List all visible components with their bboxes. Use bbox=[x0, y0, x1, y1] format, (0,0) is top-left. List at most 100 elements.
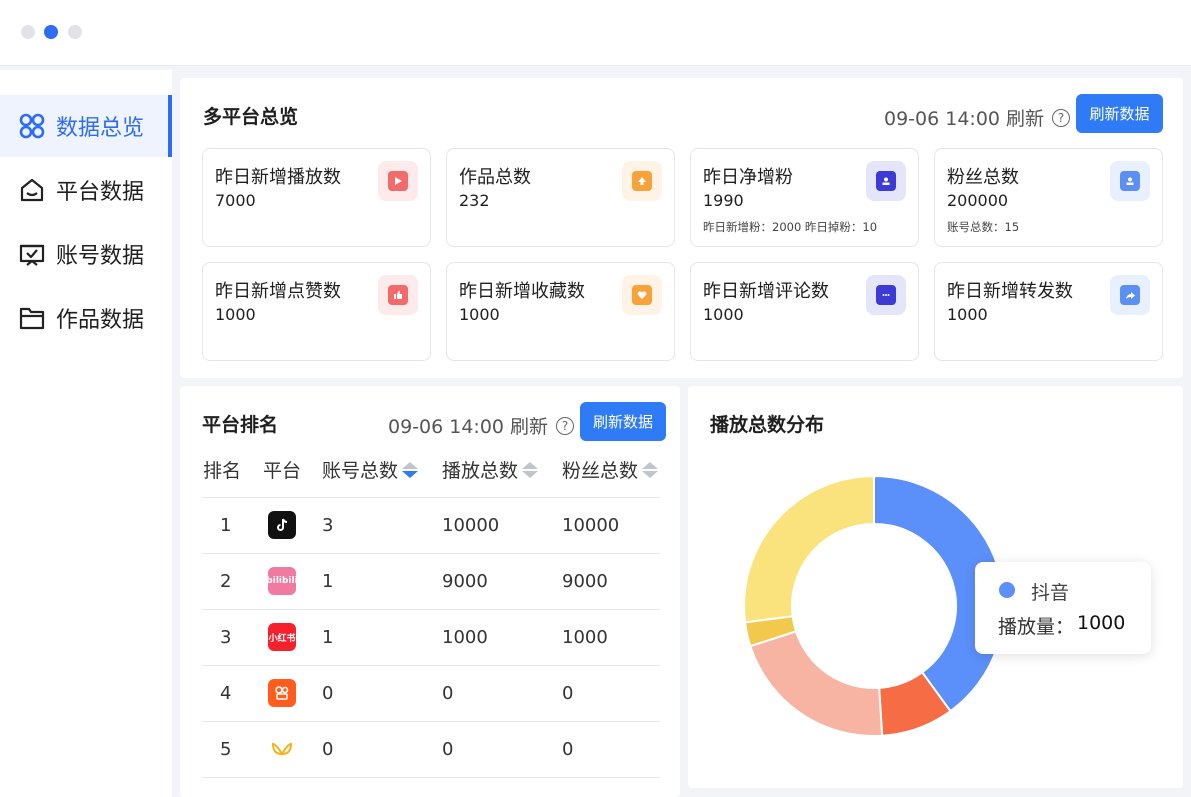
column-label: 账号总数 bbox=[322, 460, 399, 482]
sidebar-item-label: 作品数据 bbox=[56, 308, 145, 333]
sort-icon[interactable] bbox=[402, 461, 419, 478]
thumb-icon bbox=[378, 275, 418, 315]
column-header-rank: 排名 bbox=[203, 456, 241, 483]
overview-title: 多平台总览 bbox=[203, 106, 299, 128]
table-row[interactable]: 1 3 10000 10000 bbox=[202, 497, 660, 553]
stat-card[interactable]: 昨日净增粉 1990 昨日新增粉：2000 昨日掉粉：10 bbox=[690, 148, 919, 247]
stat-value: 1000 bbox=[215, 305, 256, 324]
column-label: 平台 bbox=[263, 460, 302, 482]
stat-label: 昨日新增播放数 bbox=[215, 167, 341, 188]
plays-cell: 0 bbox=[442, 739, 454, 760]
sidebar: 数据总览 平台数据 账号数据 作品数据 bbox=[0, 70, 172, 797]
overview-refresh-button[interactable]: 刷新数据 bbox=[1076, 94, 1163, 133]
sidebar-item-overview[interactable]: 数据总览 bbox=[0, 95, 172, 157]
help-icon[interactable]: ? bbox=[1052, 108, 1071, 127]
overview-refresh-time: 09-06 14:00 刷新 ? bbox=[884, 104, 1071, 131]
stat-value: 232 bbox=[459, 191, 490, 210]
upload-icon bbox=[622, 161, 662, 201]
plays-cell: 10000 bbox=[442, 515, 500, 536]
table-row[interactable]: 5 0 0 0 bbox=[202, 721, 660, 777]
sidebar-item-label: 账号数据 bbox=[56, 244, 145, 269]
stat-label: 昨日净增粉 bbox=[703, 167, 793, 188]
stat-label: 昨日新增转发数 bbox=[947, 281, 1073, 302]
stat-label: 昨日新增点赞数 bbox=[215, 281, 341, 302]
plays-cell: 9000 bbox=[442, 571, 488, 592]
stat-label: 昨日新增收藏数 bbox=[459, 281, 585, 302]
stat-value: 7000 bbox=[215, 191, 256, 210]
sidebar-item-platform[interactable]: 平台数据 bbox=[0, 159, 172, 221]
sidebar-item-account[interactable]: 账号数据 bbox=[0, 223, 172, 285]
accounts-cell: 1 bbox=[322, 571, 334, 592]
refresh-time-text: 09-06 14:00 刷新 bbox=[884, 108, 1045, 130]
column-header-platform: 平台 bbox=[263, 456, 301, 483]
donut-slice-4[interactable] bbox=[743, 474, 875, 624]
user-folder-icon bbox=[1110, 161, 1150, 201]
platform-text: 小红书 bbox=[268, 633, 296, 644]
tooltip-value: 1000 bbox=[1077, 612, 1126, 634]
share-icon bbox=[1110, 275, 1150, 315]
rank-cell: 5 bbox=[220, 739, 232, 760]
stat-value: 1990 bbox=[703, 191, 744, 210]
xiaohongshu-icon: 小红书 bbox=[268, 623, 296, 651]
platform-text: bilibili bbox=[266, 576, 298, 586]
window-control-close[interactable] bbox=[21, 25, 35, 39]
wechat-video-icon bbox=[268, 735, 296, 763]
rank-cell: 2 bbox=[220, 571, 232, 592]
stat-value: 1000 bbox=[703, 305, 744, 324]
stat-sub: 账号总数：15 bbox=[947, 220, 1020, 234]
sidebar-item-works[interactable]: 作品数据 bbox=[0, 287, 172, 349]
ranking-refresh-time: 09-06 14:00 刷新 ? bbox=[388, 412, 575, 439]
sort-icon[interactable] bbox=[642, 461, 659, 478]
help-icon[interactable]: ? bbox=[556, 416, 575, 435]
stat-card[interactable]: 昨日新增收藏数 1000 bbox=[446, 262, 675, 361]
column-header-accounts[interactable]: 账号总数 bbox=[322, 456, 419, 483]
window-titlebar bbox=[0, 0, 1191, 66]
donut-slice-2[interactable] bbox=[749, 630, 884, 737]
play-icon bbox=[378, 161, 418, 201]
column-label: 播放总数 bbox=[442, 460, 519, 482]
column-header-plays[interactable]: 播放总数 bbox=[442, 456, 539, 483]
accounts-cell: 0 bbox=[322, 683, 334, 704]
rank-cell: 1 bbox=[220, 515, 232, 536]
stat-value: 1000 bbox=[459, 305, 500, 324]
rank-cell: 4 bbox=[220, 683, 232, 704]
column-label: 粉丝总数 bbox=[562, 460, 639, 482]
fans-cell: 1000 bbox=[562, 627, 608, 648]
ranking-refresh-button[interactable]: 刷新数据 bbox=[580, 402, 666, 441]
folder-icon bbox=[18, 304, 46, 332]
window-control-maximize[interactable] bbox=[68, 25, 82, 39]
grid-icon bbox=[18, 112, 46, 140]
table-row[interactable]: 4 0 0 0 bbox=[202, 665, 660, 721]
sidebar-item-label: 数据总览 bbox=[56, 116, 145, 141]
fans-cell: 10000 bbox=[562, 515, 620, 536]
sidebar-item-label: 平台数据 bbox=[56, 180, 145, 205]
ranking-title: 平台排名 bbox=[202, 414, 279, 436]
kuaishou-icon bbox=[268, 679, 296, 707]
table-row[interactable]: 3 小红书 1 1000 1000 bbox=[202, 609, 660, 665]
tooltip-series-name: 抖音 bbox=[1031, 582, 1070, 604]
column-label: 排名 bbox=[203, 460, 242, 482]
plays-cell: 0 bbox=[442, 683, 454, 704]
window-control-minimize[interactable] bbox=[44, 25, 58, 39]
stat-card[interactable]: 粉丝总数 200000 账号总数：15 bbox=[934, 148, 1163, 247]
stat-label: 作品总数 bbox=[459, 167, 531, 188]
douyin-icon bbox=[268, 511, 296, 539]
refresh-time-text: 09-06 14:00 刷新 bbox=[388, 416, 549, 438]
stat-card[interactable]: 昨日新增播放数 7000 bbox=[202, 148, 431, 247]
bilibili-icon: bilibili bbox=[266, 567, 298, 595]
stat-card[interactable]: 昨日新增转发数 1000 bbox=[934, 262, 1163, 361]
table-row[interactable]: 2 bilibili 1 9000 9000 bbox=[202, 553, 660, 609]
home-icon bbox=[18, 176, 46, 204]
rank-cell: 3 bbox=[220, 627, 232, 648]
column-header-fans[interactable]: 粉丝总数 bbox=[562, 456, 659, 483]
accounts-cell: 1 bbox=[322, 627, 334, 648]
sort-icon[interactable] bbox=[522, 461, 539, 478]
stat-card[interactable]: 昨日新增点赞数 1000 bbox=[202, 262, 431, 361]
stat-value: 1000 bbox=[947, 305, 988, 324]
stat-card[interactable]: 作品总数 232 bbox=[446, 148, 675, 247]
table-divider bbox=[202, 777, 660, 778]
fans-cell: 0 bbox=[562, 739, 574, 760]
user-card-icon bbox=[866, 161, 906, 201]
stat-card[interactable]: 昨日新增评论数 1000 bbox=[690, 262, 919, 361]
chart-tooltip: 抖音 播放量： 1000 bbox=[975, 562, 1151, 654]
